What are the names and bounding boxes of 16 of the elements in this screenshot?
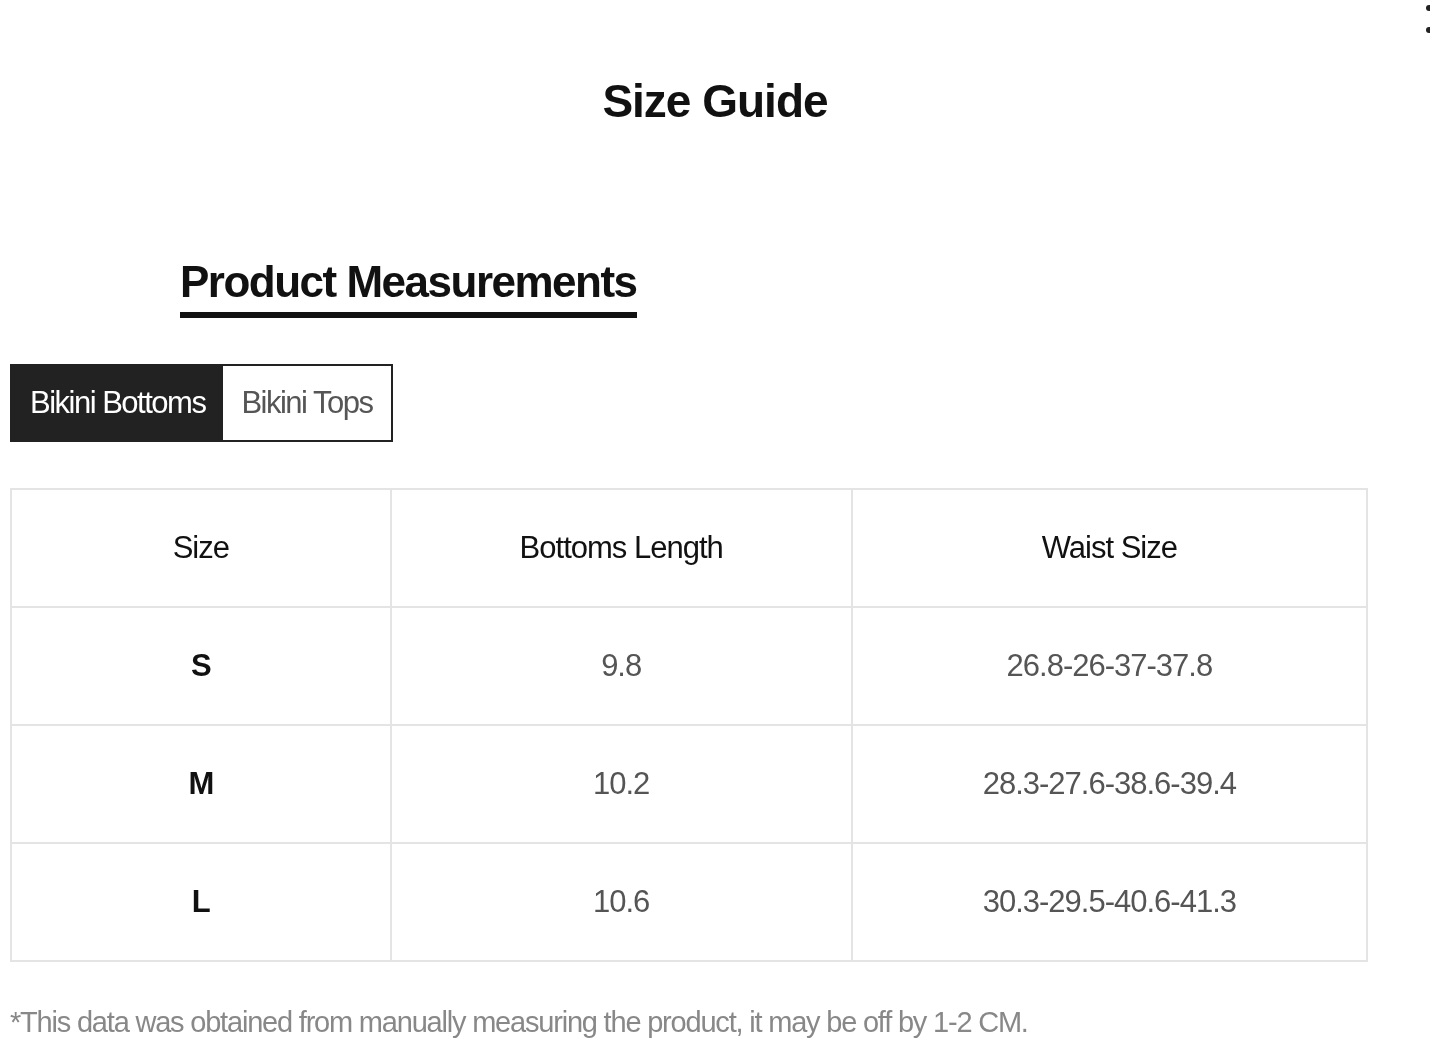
table-cell: 26.8-26-37-37.8 bbox=[851, 607, 1367, 725]
tab[interactable]: Bikini Bottoms bbox=[12, 366, 224, 440]
table-cell: 28.3-27.6-38.6-39.4 bbox=[851, 725, 1367, 843]
page-title: Size Guide bbox=[601, 78, 829, 124]
table-cell: 9.8 bbox=[390, 607, 852, 725]
table-cell: L bbox=[11, 843, 391, 961]
table-cell: 10.2 bbox=[390, 725, 852, 843]
table-cell: 30.3-29.5-40.6-41.3 bbox=[851, 843, 1367, 961]
section-heading: Product Measurements bbox=[180, 260, 637, 318]
column-header: Waist Size bbox=[851, 489, 1367, 607]
column-header: Size bbox=[11, 489, 391, 607]
table-cell: S bbox=[11, 607, 391, 725]
table-cell: M bbox=[11, 725, 391, 843]
table-cell: 10.6 bbox=[390, 843, 852, 961]
column-header: Bottoms Length bbox=[390, 489, 852, 607]
footnote: *This data was obtained from manually measuring the product, it may be off by 1-2 CM. bbox=[10, 1006, 1029, 1039]
